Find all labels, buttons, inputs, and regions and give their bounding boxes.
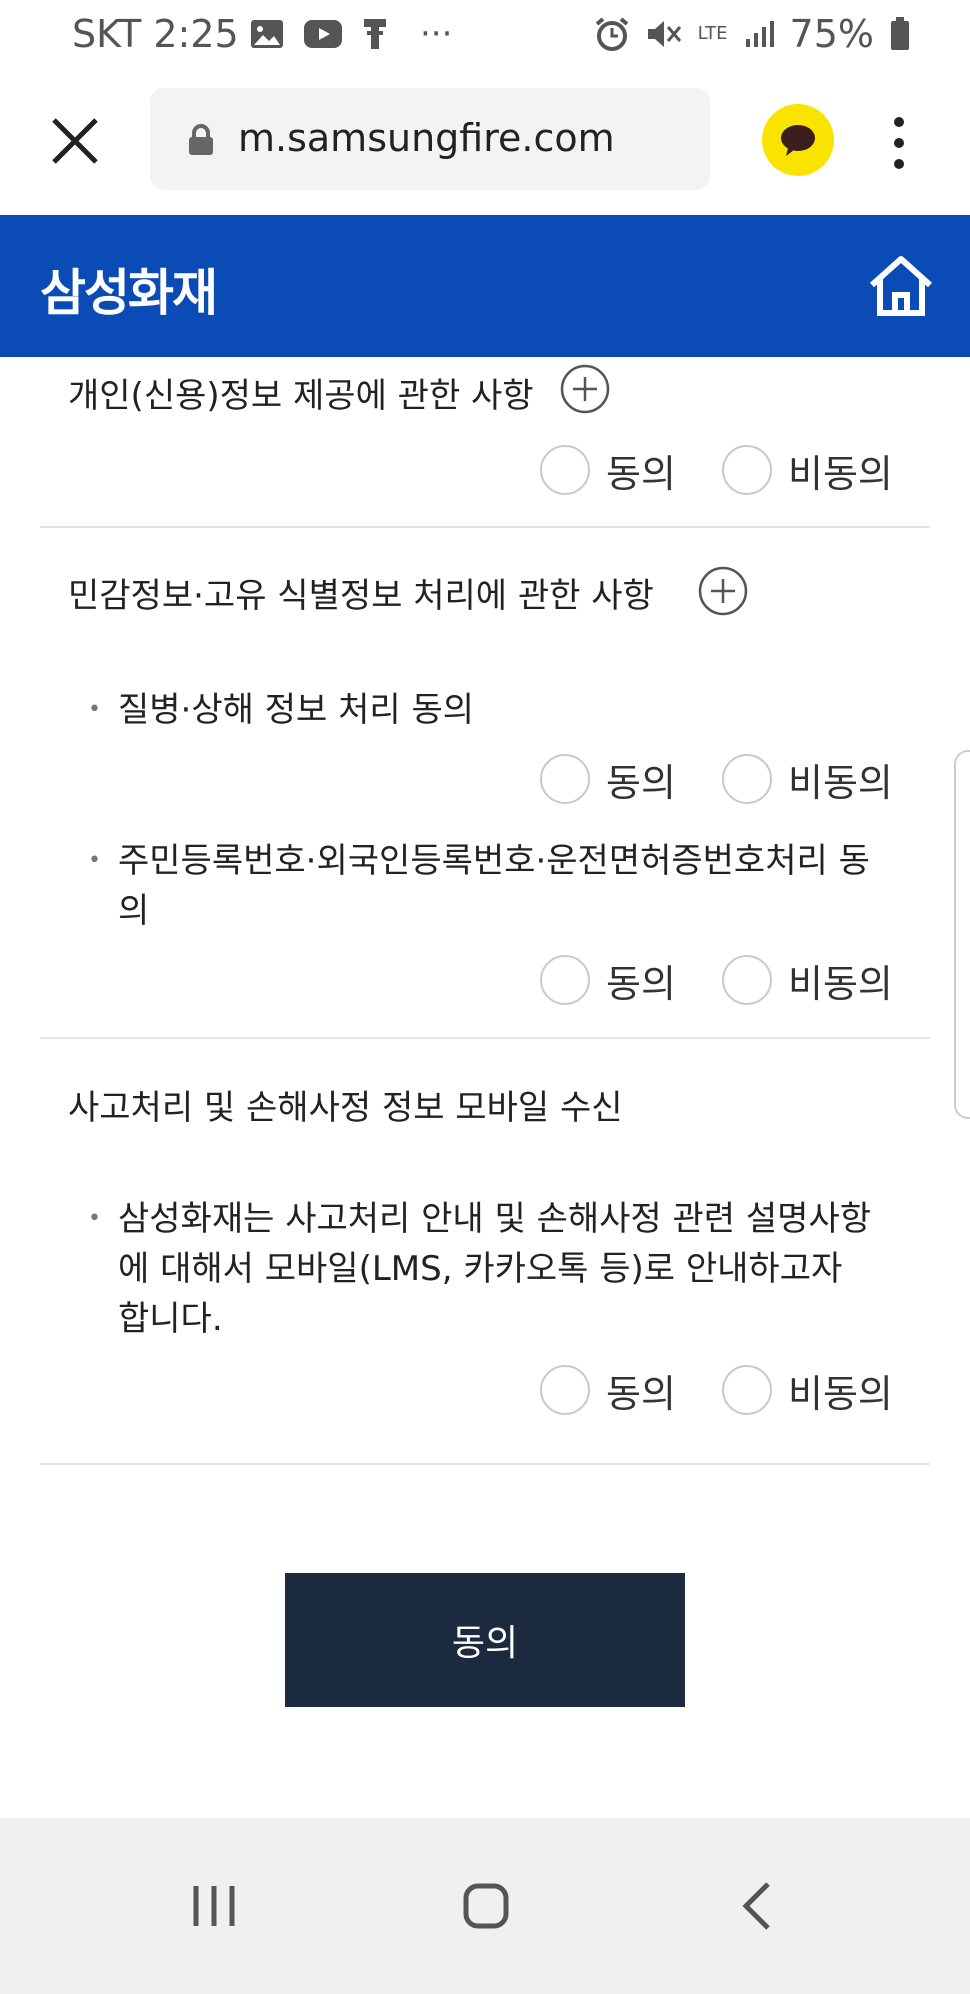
section-title-mobile-receive: 사고처리 및 손해사정 정보 모바일 수신 [68,1088,623,1128]
mute-icon [647,21,681,47]
radio-circle[interactable] [722,445,772,495]
home-nav-icon [463,1883,509,1929]
alarm-icon [595,17,628,51]
divider [40,526,930,528]
agree-radio[interactable]: 동의 [540,952,676,1008]
radio-circle[interactable] [540,955,590,1005]
home-button[interactable] [866,251,936,321]
radio-circle[interactable] [722,1365,772,1415]
agree-radio[interactable]: 동의 [540,1362,676,1418]
url-text: m.samsungfire.com [238,116,615,160]
close-icon [52,118,98,164]
expand-personal-info-button[interactable] [560,364,610,414]
overflow-dots: ··· [420,14,453,54]
list-item-id-number: 주민등록번호·외국인등록번호·운전면허증번호처리 동의 [88,836,880,936]
disagree-radio[interactable]: 비동의 [722,751,893,807]
battery-percent: 75% [789,12,874,56]
list-item-text: 주민등록번호·외국인등록번호·운전면허증번호처리 동의 [118,841,870,931]
kakaotalk-icon [781,125,815,156]
disagree-label: 비동의 [788,760,893,805]
agree-label: 동의 [606,760,676,805]
agree-label: 동의 [606,451,676,496]
browser-toolbar: m.samsungfire.com [0,70,970,215]
status-bar: SKT 2:25 ··· LTE 75% [0,0,970,70]
home-icon [869,256,933,316]
agree-label: 동의 [606,1371,676,1416]
list-item-text: 질병·상해 정보 처리 동의 [118,690,475,730]
agree-radio[interactable]: 동의 [540,442,676,498]
lock-icon [189,124,213,155]
disagree-radio[interactable]: 비동의 [722,952,893,1008]
close-button[interactable] [48,114,102,168]
disagree-label: 비동의 [788,451,893,496]
radio-group-personal-info: 동의 비동의 [540,442,920,498]
radio-circle[interactable] [540,445,590,495]
list-item-mobile-notice: 삼성화재는 사고처리 안내 및 손해사정 관련 설명사항에 대해서 모바일(LM… [88,1194,880,1344]
divider [40,1463,930,1465]
usb-icon [364,19,386,49]
list-item-disease-info: 질병·상해 정보 처리 동의 [88,685,880,735]
youtube-icon [304,20,342,48]
disagree-radio[interactable]: 비동의 [722,1362,893,1418]
back-button[interactable] [720,1868,796,1944]
radio-circle[interactable] [722,754,772,804]
site-header: 삼성화재 [0,215,970,357]
plus-circle-icon [560,364,610,414]
disagree-label: 비동의 [788,961,893,1006]
brand-logo[interactable]: 삼성화재 [40,253,218,325]
kakaotalk-button[interactable] [762,104,834,176]
disagree-label: 비동의 [788,1371,893,1416]
address-bar[interactable]: m.samsungfire.com [150,88,710,190]
scroll-indicator[interactable] [954,750,970,1119]
android-nav-bar [0,1818,970,1994]
agree-radio[interactable]: 동의 [540,751,676,807]
section-title-personal-info: 개인(신용)정보 제공에 관한 사항 [68,376,534,416]
home-nav-button[interactable] [448,1868,524,1944]
signal-icon [745,21,774,47]
disagree-radio[interactable]: 비동의 [722,442,893,498]
list-item-text: 삼성화재는 사고처리 안내 및 손해사정 관련 설명사항에 대해서 모바일(LM… [118,1199,872,1339]
radio-group-disease-info: 동의 비동의 [540,751,920,807]
radio-circle[interactable] [540,1365,590,1415]
more-menu-button[interactable] [886,116,912,170]
section-title-sensitive-info: 민감정보·고유 식별정보 처리에 관한 사항 [68,576,654,616]
plus-circle-icon [698,566,748,616]
battery-icon [891,17,909,50]
divider [40,1037,930,1039]
carrier-time: SKT 2:25 [72,12,239,56]
agree-label: 동의 [606,961,676,1006]
radio-circle[interactable] [722,955,772,1005]
radio-group-id-number: 동의 비동의 [540,952,920,1008]
recent-apps-button[interactable] [176,1868,252,1944]
agree-submit-button[interactable]: 동의 [285,1573,685,1707]
expand-sensitive-info-button[interactable] [698,566,748,616]
image-icon [251,20,283,48]
recent-apps-icon [193,1886,235,1926]
more-vert-icon [894,117,904,169]
radio-circle[interactable] [540,754,590,804]
network-label: LTE [697,23,728,44]
radio-group-mobile-notice: 동의 비동의 [540,1362,920,1418]
back-icon [742,1882,770,1930]
